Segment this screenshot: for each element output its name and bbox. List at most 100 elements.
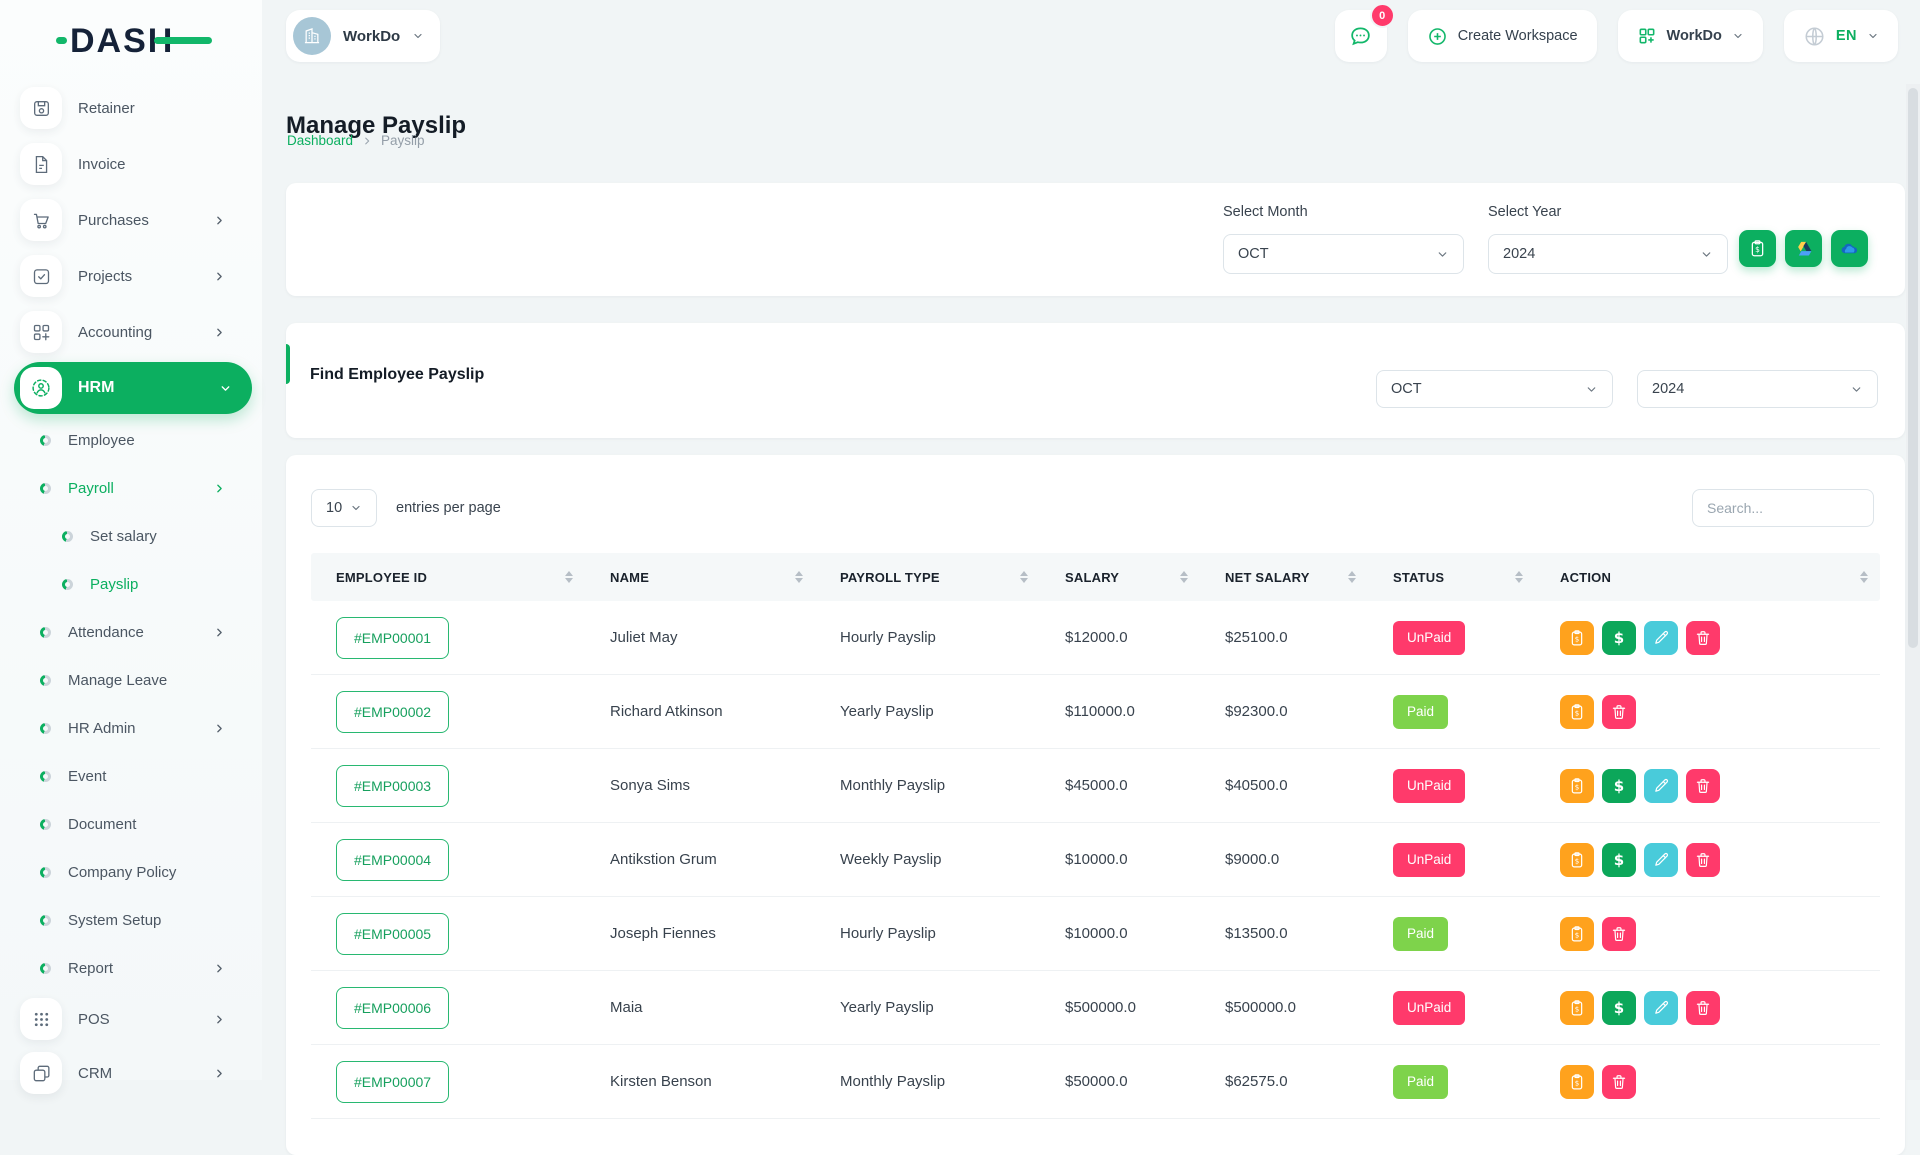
- sidebar-item-document[interactable]: Document: [0, 800, 262, 848]
- sidebar-item-pos[interactable]: POS: [0, 992, 262, 1046]
- edit-action-button[interactable]: [1644, 621, 1678, 655]
- sidebar-item-purchases[interactable]: Purchases: [0, 192, 262, 248]
- payroll-type: Weekly Payslip: [815, 851, 1040, 868]
- sort-icon: [565, 571, 573, 583]
- payslip-action-button[interactable]: $: [1560, 917, 1594, 951]
- edit-action-button[interactable]: [1644, 769, 1678, 803]
- delete-action-button[interactable]: [1602, 695, 1636, 729]
- pay-action-button[interactable]: $: [1602, 843, 1636, 877]
- sidebar-nav: RetainerInvoicePurchasesProjectsAccounti…: [0, 80, 262, 1100]
- onedrive-export-button[interactable]: [1831, 230, 1868, 267]
- employee-id-button[interactable]: #EMP00007: [336, 1061, 449, 1103]
- workdo-menu-label: WorkDo: [1667, 28, 1722, 44]
- salary: $12000.0: [1040, 629, 1200, 646]
- find-year-value: 2024: [1652, 381, 1684, 397]
- column-header-name[interactable]: NAME: [585, 570, 815, 585]
- page-scrollbar[interactable]: [1906, 84, 1920, 1080]
- create-workspace-button[interactable]: Create Workspace: [1408, 10, 1597, 62]
- sidebar-item-company-policy[interactable]: Company Policy: [0, 848, 262, 896]
- employee-id-button[interactable]: #EMP00004: [336, 839, 449, 881]
- workspace-switcher[interactable]: WorkDo: [286, 10, 440, 62]
- workdo-apps-menu[interactable]: WorkDo: [1618, 10, 1763, 62]
- chevron-right-icon: [213, 1067, 226, 1080]
- delete-action-button[interactable]: [1686, 843, 1720, 877]
- column-header-employee-id[interactable]: EMPLOYEE ID: [311, 570, 585, 585]
- trash-icon: [1610, 925, 1628, 943]
- delete-action-button[interactable]: [1686, 991, 1720, 1025]
- breadcrumb-dashboard-link[interactable]: Dashboard: [287, 133, 353, 148]
- sidebar-item-retainer[interactable]: Retainer: [0, 80, 262, 136]
- sidebar-item-set-salary[interactable]: Set salary: [0, 512, 262, 560]
- google-drive-export-button[interactable]: [1785, 230, 1822, 267]
- column-header-action[interactable]: ACTION: [1535, 570, 1880, 585]
- bulk-payment-button[interactable]: $: [1739, 230, 1776, 267]
- pay-action-button[interactable]: $: [1602, 991, 1636, 1025]
- svg-text:$: $: [1575, 708, 1580, 717]
- app-logo[interactable]: DASH: [70, 22, 174, 61]
- chat-bubble-icon: [1348, 24, 1373, 49]
- payslip-action-button[interactable]: $: [1560, 991, 1594, 1025]
- delete-action-button[interactable]: [1602, 917, 1636, 951]
- clipboard-dollar-icon: $: [1748, 239, 1767, 258]
- column-header-salary[interactable]: SALARY: [1040, 570, 1200, 585]
- payslip-action-button[interactable]: $: [1560, 621, 1594, 655]
- pay-action-button[interactable]: $: [1602, 621, 1636, 655]
- search-input[interactable]: [1692, 489, 1874, 527]
- clipboard-dollar-icon: $: [1568, 925, 1586, 943]
- sidebar-item-hrm[interactable]: HRM: [14, 362, 252, 414]
- sidebar-item-report[interactable]: Report: [0, 944, 262, 992]
- messages-button[interactable]: 0: [1335, 10, 1387, 62]
- edit-action-button[interactable]: [1644, 991, 1678, 1025]
- month-select[interactable]: OCT: [1223, 234, 1464, 274]
- employee-id-button[interactable]: #EMP00001: [336, 617, 449, 659]
- bullet-icon: [62, 579, 73, 590]
- sidebar-item-projects[interactable]: Projects: [0, 248, 262, 304]
- entries-per-page-select[interactable]: 10: [311, 489, 377, 527]
- bullet-icon: [40, 963, 51, 974]
- sidebar-item-employee[interactable]: Employee: [0, 416, 262, 464]
- column-header-payroll-type[interactable]: PAYROLL TYPE: [815, 570, 1040, 585]
- pay-action-button[interactable]: $: [1602, 769, 1636, 803]
- logo-bar: [154, 37, 212, 44]
- entries-per-page-label: entries per page: [396, 500, 501, 516]
- sidebar-item-payslip[interactable]: Payslip: [0, 560, 262, 608]
- page-scrollbar-thumb[interactable]: [1908, 88, 1918, 648]
- sidebar-item-accounting[interactable]: Accounting: [0, 304, 262, 360]
- column-header-status[interactable]: STATUS: [1368, 570, 1535, 585]
- edit-action-button[interactable]: [1644, 843, 1678, 877]
- employee-id-button[interactable]: #EMP00006: [336, 987, 449, 1029]
- employee-id-button[interactable]: #EMP00005: [336, 913, 449, 955]
- chevron-right-icon: [213, 962, 226, 975]
- sidebar-item-event[interactable]: Event: [0, 752, 262, 800]
- find-year-select[interactable]: 2024: [1637, 370, 1878, 408]
- column-header-net-salary[interactable]: NET SALARY: [1200, 570, 1368, 585]
- payslip-action-button[interactable]: $: [1560, 695, 1594, 729]
- sidebar-item-attendance[interactable]: Attendance: [0, 608, 262, 656]
- sidebar-item-system-setup[interactable]: System Setup: [0, 896, 262, 944]
- sidebar-item-manage-leave[interactable]: Manage Leave: [0, 656, 262, 704]
- delete-action-button[interactable]: [1686, 621, 1720, 655]
- delete-action-button[interactable]: [1686, 769, 1720, 803]
- delete-action-button[interactable]: [1602, 1065, 1636, 1099]
- messages-badge: 0: [1370, 3, 1395, 28]
- sidebar-item-invoice[interactable]: Invoice: [0, 136, 262, 192]
- payslip-action-button[interactable]: $: [1560, 1065, 1594, 1099]
- language-selector[interactable]: EN: [1784, 10, 1898, 62]
- payslip-action-button[interactable]: $: [1560, 843, 1594, 877]
- sidebar-item-crm[interactable]: CRM: [0, 1046, 262, 1100]
- sidebar-item-hr-admin[interactable]: HR Admin: [0, 704, 262, 752]
- save-icon: [20, 87, 62, 129]
- table-header-row: EMPLOYEE IDNAMEPAYROLL TYPESALARYNET SAL…: [311, 553, 1880, 601]
- find-month-select[interactable]: OCT: [1376, 370, 1613, 408]
- employee-id-button[interactable]: #EMP00003: [336, 765, 449, 807]
- payslip-action-button[interactable]: $: [1560, 769, 1594, 803]
- clipboard-dollar-icon: $: [1568, 1073, 1586, 1091]
- bullet-icon: [40, 819, 51, 830]
- employee-name: Kirsten Benson: [585, 1073, 815, 1090]
- chevron-right-icon: [213, 1013, 226, 1026]
- sidebar-item-payroll[interactable]: Payroll: [0, 464, 262, 512]
- table-row: #EMP00003Sonya SimsMonthly Payslip$45000…: [311, 749, 1880, 823]
- employee-id-button[interactable]: #EMP00002: [336, 691, 449, 733]
- net-salary: $92300.0: [1200, 703, 1368, 720]
- year-select[interactable]: 2024: [1488, 234, 1728, 274]
